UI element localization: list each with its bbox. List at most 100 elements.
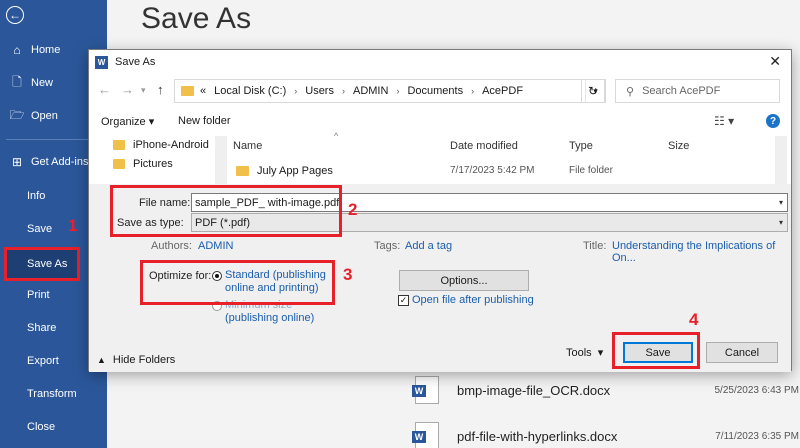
sidebar-item-label: Get Add-ins bbox=[31, 156, 89, 168]
list-item[interactable]: pdf-file-with-hyperlinks.docx 7/11/2023 … bbox=[407, 416, 800, 448]
sidebar-item-label: New bbox=[31, 77, 54, 89]
help-icon[interactable]: ? bbox=[766, 114, 780, 128]
nav-item-label: Pictures bbox=[133, 158, 173, 170]
authors-label: Authors: bbox=[151, 240, 192, 252]
chevron-up-icon: ▲ bbox=[97, 355, 106, 365]
column-header-size[interactable]: Size bbox=[668, 140, 689, 152]
column-header-type[interactable]: Type bbox=[569, 140, 593, 152]
sidebar-item-transform[interactable]: Transform bbox=[0, 379, 107, 409]
annotation-number-3: 3 bbox=[343, 265, 353, 284]
column-header-date[interactable]: Date modified bbox=[450, 140, 518, 152]
tags-value[interactable]: Add a tag bbox=[405, 240, 452, 252]
hide-folders-label: Hide Folders bbox=[112, 354, 176, 366]
organize-button[interactable]: Organize ▾ bbox=[101, 115, 154, 128]
chevron-right-icon: › bbox=[396, 86, 400, 96]
home-icon: ⌂ bbox=[13, 43, 21, 57]
close-icon[interactable]: ✕ bbox=[769, 53, 781, 70]
nav-item-iphone-android[interactable]: iPhone-Android bbox=[113, 136, 209, 154]
authors-value[interactable]: ADMIN bbox=[198, 240, 233, 252]
up-arrow-icon[interactable]: ↑ bbox=[157, 82, 164, 97]
nav-item-label: iPhone-Android bbox=[133, 139, 209, 151]
file-date: 7/17/2023 5:42 PM bbox=[450, 165, 535, 176]
dialog-toolbar: Organize ▾ New folder ☷ ▾ ? bbox=[89, 110, 791, 134]
annotation-box-2 bbox=[110, 185, 342, 237]
search-input[interactable]: ⚲ Search AcePDF bbox=[615, 79, 780, 103]
annotation-number-1: 1 bbox=[68, 216, 78, 235]
sidebar-divider bbox=[6, 139, 101, 140]
sidebar-item-label: Open bbox=[31, 110, 58, 122]
breadcrumb-local-disk[interactable]: Local Disk (C:) bbox=[214, 85, 286, 97]
title-label: Title: bbox=[583, 240, 607, 252]
hide-folders-button[interactable]: ▲ Hide Folders bbox=[97, 354, 175, 366]
page-title: Save As bbox=[141, 2, 252, 35]
new-folder-button[interactable]: New folder bbox=[178, 115, 231, 127]
title-value[interactable]: Understanding the Implications of On... bbox=[612, 240, 791, 264]
breadcrumb-admin[interactable]: ADMIN bbox=[353, 85, 388, 97]
breadcrumb-documents[interactable]: Documents bbox=[407, 85, 463, 97]
chevron-right-icon: › bbox=[294, 86, 298, 96]
sidebar-item-close[interactable]: Close bbox=[0, 412, 107, 442]
navigation-pane: iPhone-Android Pictures bbox=[99, 136, 227, 184]
file-list-scrollbar[interactable] bbox=[775, 136, 787, 184]
dialog-title: Save As bbox=[115, 56, 156, 68]
annotation-number-2: 2 bbox=[348, 200, 358, 219]
sidebar-item-label: Close bbox=[27, 421, 56, 433]
sort-ascending-icon: ^ bbox=[334, 131, 339, 141]
sidebar-item-label: Share bbox=[27, 322, 57, 334]
recent-file-date: 7/11/2023 6:35 PM bbox=[715, 430, 799, 442]
annotation-number-4: 4 bbox=[689, 310, 699, 329]
sidebar-item-save-as[interactable]: Save As bbox=[4, 247, 80, 281]
recent-file-date: 5/25/2023 6:43 PM bbox=[714, 384, 799, 396]
word-document-icon bbox=[412, 422, 439, 448]
sidebar-item-label: Save As bbox=[27, 258, 68, 270]
sidebar-item-label: Info bbox=[27, 190, 46, 202]
options-button[interactable]: Options... bbox=[399, 270, 529, 291]
arrow-left-icon[interactable]: ← bbox=[6, 6, 24, 24]
folder-icon bbox=[181, 86, 194, 96]
word-app-icon: W bbox=[95, 55, 108, 69]
sidebar-item-label: Print bbox=[27, 289, 50, 301]
list-item[interactable]: bmp-image-file_OCR.docx 5/25/2023 6:43 P… bbox=[407, 370, 800, 410]
folder-icon bbox=[113, 140, 125, 150]
annotation-box-4 bbox=[612, 332, 700, 369]
chevron-right-icon: › bbox=[341, 86, 345, 96]
file-name: July App Pages bbox=[257, 165, 333, 177]
cancel-button[interactable]: Cancel bbox=[706, 342, 778, 363]
chevron-down-icon[interactable]: ▾ bbox=[779, 218, 783, 227]
optimize-minimum-line2[interactable]: (publishing online) bbox=[225, 312, 314, 325]
open-after-label[interactable]: Open file after publishing bbox=[412, 294, 534, 306]
folder-icon bbox=[113, 159, 125, 169]
sidebar-item-label: Export bbox=[27, 355, 59, 367]
sidebar-item-label: Transform bbox=[27, 388, 77, 400]
recent-file-name: pdf-file-with-hyperlinks.docx bbox=[457, 428, 618, 444]
search-placeholder: Search AcePDF bbox=[642, 85, 721, 97]
breadcrumb-users[interactable]: Users bbox=[305, 85, 334, 97]
file-list: ^ Name Date modified Type Size July App … bbox=[220, 131, 787, 184]
grid-icon: ⊞ bbox=[11, 155, 23, 169]
folder-open-icon: 🗁 bbox=[9, 107, 25, 122]
back-arrow-icon[interactable]: ← bbox=[98, 82, 111, 97]
forward-arrow-icon[interactable]: → bbox=[121, 82, 134, 97]
search-icon: ⚲ bbox=[626, 85, 635, 98]
sidebar-item-label: Home bbox=[31, 44, 61, 56]
new-document-icon: 🗋 bbox=[12, 74, 22, 89]
table-row[interactable]: July App Pages bbox=[236, 162, 333, 180]
tools-menu[interactable]: Tools ▾ bbox=[566, 346, 603, 359]
chevron-down-icon[interactable]: ▾ bbox=[141, 85, 146, 96]
view-options-icon[interactable]: ☷ ▾ bbox=[714, 114, 734, 128]
dialog-titlebar: W Save As ✕ bbox=[89, 50, 791, 74]
address-bar[interactable]: « Local Disk (C:) › Users › ADMIN › Docu… bbox=[174, 79, 606, 103]
file-type: File folder bbox=[569, 165, 613, 176]
chevron-down-icon[interactable]: ▾ bbox=[779, 198, 783, 207]
breadcrumb-acepdf[interactable]: AcePDF bbox=[482, 85, 523, 97]
refresh-icon[interactable]: ↻ bbox=[581, 79, 605, 103]
chevron-right-icon: › bbox=[471, 86, 475, 96]
breadcrumb-overflow[interactable]: « bbox=[200, 85, 206, 97]
sidebar-item-label: Save bbox=[27, 223, 53, 235]
word-document-icon bbox=[412, 376, 439, 404]
folder-icon bbox=[236, 166, 249, 176]
open-after-checkbox[interactable]: ✓ bbox=[398, 295, 409, 306]
nav-item-pictures[interactable]: Pictures bbox=[113, 155, 173, 173]
column-header-name[interactable]: Name bbox=[233, 140, 262, 152]
tools-label: Tools bbox=[566, 347, 592, 359]
